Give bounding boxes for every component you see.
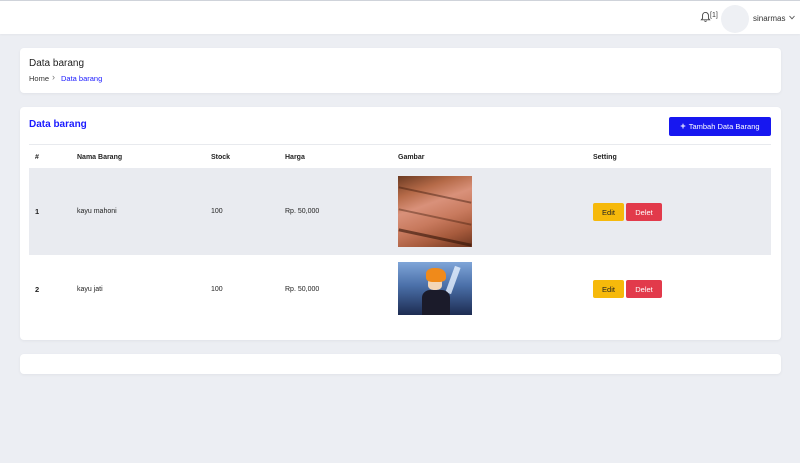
item-name: kayu mahoni	[77, 208, 117, 215]
item-name: kayu jati	[77, 286, 103, 293]
column-header-stock: Stock	[211, 154, 231, 161]
column-header-setting: Setting	[593, 154, 617, 161]
column-header-image: Gambar	[398, 154, 425, 161]
edit-button[interactable]: Edit	[593, 280, 624, 298]
column-header-price: Harga	[285, 154, 305, 161]
page-header-card: Data barang Home › Data barang	[20, 48, 781, 93]
table-row: 2 kayu jati 100 Rp. 50,000 Edit Delet	[29, 255, 771, 322]
chevron-down-icon[interactable]	[789, 15, 795, 20]
breadcrumb-separator: ›	[52, 72, 55, 82]
breadcrumb-home-link[interactable]: Home	[29, 74, 49, 83]
item-stock: 100	[211, 286, 223, 293]
column-header-name: Nama Barang	[77, 154, 123, 161]
delete-button[interactable]: Delet	[626, 203, 662, 221]
delete-button[interactable]: Delet	[626, 280, 662, 298]
avatar[interactable]	[721, 5, 749, 33]
add-item-button-label: Tambah Data Barang	[688, 122, 760, 131]
wood-plank-image	[398, 176, 472, 247]
data-barang-card: Data barang + Tambah Data Barang # Nama …	[20, 107, 781, 340]
row-number: 2	[35, 285, 40, 294]
add-item-button[interactable]: + Tambah Data Barang	[669, 117, 771, 136]
anime-character-image	[398, 262, 472, 315]
row-number: 1	[35, 207, 40, 216]
item-price: Rp. 50,000	[285, 208, 320, 215]
plus-icon: +	[680, 121, 686, 131]
edit-button[interactable]: Edit	[593, 203, 624, 221]
table-row: 1 kayu mahoni 100 Rp. 50,000 Edit Delet	[29, 168, 771, 255]
empty-footer-card	[20, 354, 781, 374]
username-label[interactable]: sinarmas	[753, 14, 785, 23]
breadcrumb-current: Data barang	[61, 74, 103, 83]
table-header: # Nama Barang Stock Harga Gambar Setting	[29, 144, 771, 168]
page-title: Data barang	[29, 58, 85, 69]
item-stock: 100	[211, 208, 223, 215]
column-header-number: #	[35, 154, 39, 161]
notification-count: [1]	[710, 12, 718, 19]
section-title: Data barang	[29, 119, 87, 130]
item-price: Rp. 50,000	[285, 286, 320, 293]
top-navbar: [1] sinarmas	[0, 0, 800, 34]
